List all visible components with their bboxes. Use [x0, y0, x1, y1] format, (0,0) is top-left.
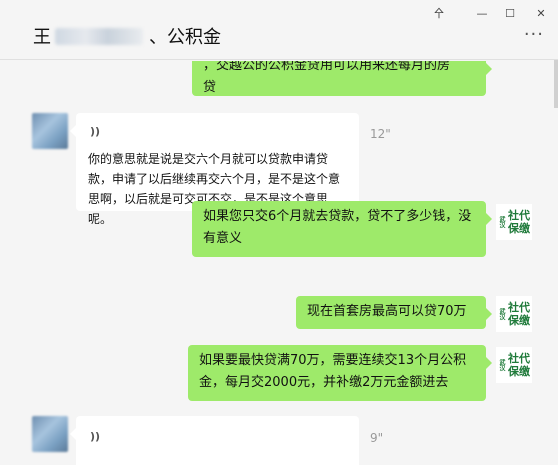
sender-avatar[interactable]: 武汉 社代保缴: [496, 347, 532, 383]
chat-title: 王 、公积金: [33, 23, 221, 49]
voice-duration: 12": [370, 127, 391, 141]
sender-avatar[interactable]: 武汉 社代保缴: [496, 296, 532, 332]
close-icon[interactable]: ✕: [531, 6, 551, 22]
pin-icon[interactable]: 㐃: [429, 6, 449, 22]
chat-title-prefix: 王: [33, 27, 51, 48]
more-options-icon[interactable]: ···: [524, 26, 544, 44]
message-text: 如果您只交6个月就去贷款，贷不了多少钱，没有意义: [203, 209, 472, 246]
voice-icon: )): [90, 430, 101, 443]
message-bubble-outgoing[interactable]: ，交越公的公积金贷用可以用来还每月的房 贷: [192, 61, 492, 96]
chat-title-suffix: 、公积金: [149, 27, 221, 48]
scrollbar[interactable]: [554, 60, 558, 108]
brand-avatar-small: 武汉: [498, 359, 505, 371]
voice-message-bubble[interactable]: )) 你的意思就是说是交六个月就可以贷款申请贷款，申请了以后继续再交六个月，是不…: [70, 113, 359, 226]
message-line: 贷: [203, 80, 217, 95]
maximize-icon[interactable]: ☐: [500, 6, 520, 22]
contact-avatar[interactable]: [32, 113, 68, 149]
brand-avatar-big: 社代保缴: [508, 301, 530, 327]
message-text: 如果要最快贷满70万，需要连续交13个月公积金，每月交2000元，并补缴2万元金…: [199, 353, 467, 390]
message-bubble-outgoing[interactable]: 如果您只交6个月就去贷款，贷不了多少钱，没有意义: [192, 201, 492, 257]
message-list[interactable]: ，交越公的公积金贷用可以用来还每月的房 贷 )) 你的意思就是说是交六个月就可以…: [0, 61, 558, 465]
message-line: ，交越公的公积金贷用可以用来还每月的房: [203, 61, 451, 73]
redacted-name: [55, 27, 143, 45]
brand-avatar-big: 社代保缴: [508, 209, 530, 235]
brand-avatar-big: 社代保缴: [508, 352, 530, 378]
brand-avatar-small: 武汉: [498, 216, 505, 228]
minimize-icon[interactable]: —: [472, 6, 492, 22]
brand-avatar-small: 武汉: [498, 308, 505, 320]
voice-message-bubble[interactable]: )): [70, 416, 359, 465]
message-text: 现在首套房最高可以贷70万: [307, 304, 467, 319]
voice-icon: )): [90, 125, 101, 138]
sender-avatar[interactable]: 武汉 社代保缴: [496, 204, 532, 240]
message-bubble-outgoing[interactable]: 如果要最快贷满70万，需要连续交13个月公积金，每月交2000元，并补缴2万元金…: [188, 345, 492, 401]
voice-duration: 9": [370, 431, 384, 445]
contact-avatar[interactable]: [32, 416, 68, 452]
chat-header: 王 、公积金 㐃 — ☐ ✕ ···: [0, 0, 558, 60]
message-bubble-outgoing[interactable]: 现在首套房最高可以贷70万: [296, 296, 492, 329]
